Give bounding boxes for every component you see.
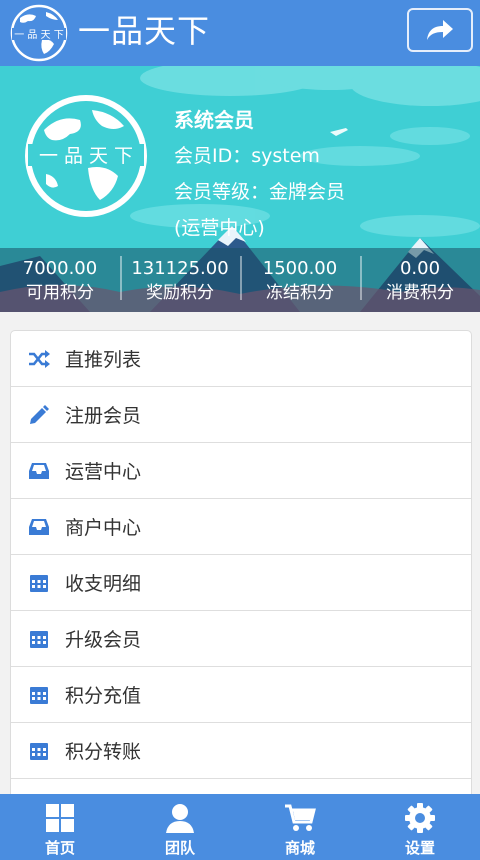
menu-list: 直推列表 注册会员 运营中心 商户中心 收支明细 升级会员 积分充值 积分转账 bbox=[10, 330, 472, 835]
menu-item-register[interactable]: 注册会员 bbox=[11, 387, 471, 443]
inbox-icon bbox=[11, 499, 65, 555]
stat-value: 7000.00 bbox=[22, 258, 98, 279]
tab-team[interactable]: 团队 bbox=[120, 794, 240, 860]
stat-consume: 0.00 消费积分 bbox=[360, 248, 480, 312]
share-button[interactable] bbox=[407, 8, 473, 52]
cart-icon bbox=[283, 802, 317, 834]
points-stats: 7000.00 可用积分 131125.00 奖励积分 1500.00 冻结积分… bbox=[0, 248, 480, 312]
menu-item-recharge[interactable]: 积分充值 bbox=[11, 667, 471, 723]
grid-icon bbox=[43, 802, 77, 834]
menu-item-statements[interactable]: 收支明细 bbox=[11, 555, 471, 611]
stat-frozen: 1500.00 冻结积分 bbox=[240, 248, 360, 312]
menu-item-operation-center[interactable]: 运营中心 bbox=[11, 443, 471, 499]
menu-item-upgrade[interactable]: 升级会员 bbox=[11, 611, 471, 667]
menu-item-label: 商户中心 bbox=[65, 517, 142, 539]
menu-item-label: 积分充值 bbox=[65, 685, 142, 707]
tab-label: 团队 bbox=[164, 839, 195, 857]
tab-label: 设置 bbox=[404, 839, 435, 857]
pencil-icon bbox=[11, 387, 65, 443]
inbox-icon bbox=[11, 443, 65, 499]
tab-settings[interactable]: 设置 bbox=[360, 794, 480, 860]
menu-item-label: 积分转账 bbox=[65, 741, 142, 763]
tab-mall[interactable]: 商城 bbox=[240, 794, 360, 860]
app-title: 一品天下 bbox=[78, 12, 211, 50]
svg-text:一 品 天 下: 一 品 天 下 bbox=[14, 29, 64, 41]
shuffle-icon bbox=[11, 331, 65, 387]
menu-item-direct-list[interactable]: 直推列表 bbox=[11, 331, 471, 387]
member-center: (运营中心) bbox=[174, 217, 265, 239]
menu-item-label: 注册会员 bbox=[65, 405, 142, 427]
logo-icon: 一 品 天 下 bbox=[8, 4, 70, 62]
stat-reward: 131125.00 奖励积分 bbox=[120, 248, 240, 312]
menu-item-label: 运营中心 bbox=[65, 461, 142, 483]
calendar-icon bbox=[11, 555, 65, 611]
stat-value: 0.00 bbox=[399, 258, 441, 279]
menu-item-label: 升级会员 bbox=[65, 629, 142, 651]
stat-label: 冻结积分 bbox=[266, 283, 334, 303]
calendar-icon bbox=[11, 723, 65, 779]
member-id: 会员ID：system bbox=[174, 145, 320, 167]
top-bar: 一 品 天 下 一品天下 bbox=[0, 0, 480, 66]
share-icon bbox=[427, 20, 453, 40]
member-info: 系统会员 会员ID：system 会员等级：金牌会员 (运营中心) bbox=[174, 102, 345, 246]
tab-home[interactable]: 首页 bbox=[0, 794, 120, 860]
user-icon bbox=[163, 802, 197, 834]
profile-banner: 一 品 天 下 系统会员 会员ID：system 会员等级：金牌会员 (运营中心… bbox=[0, 66, 480, 312]
stat-value: 1500.00 bbox=[262, 258, 338, 279]
menu-item-label: 收支明细 bbox=[65, 573, 142, 595]
calendar-icon bbox=[11, 611, 65, 667]
stat-label: 可用积分 bbox=[26, 283, 94, 303]
menu-item-transfer[interactable]: 积分转账 bbox=[11, 723, 471, 779]
member-avatar: 一 品 天 下 bbox=[22, 92, 150, 220]
stat-available: 7000.00 可用积分 bbox=[0, 248, 120, 312]
gear-icon bbox=[403, 802, 437, 834]
member-level: 会员等级：金牌会员 bbox=[174, 181, 346, 203]
stat-label: 奖励积分 bbox=[146, 283, 214, 303]
member-type: 系统会员 bbox=[174, 108, 254, 132]
menu-item-merchant-center[interactable]: 商户中心 bbox=[11, 499, 471, 555]
tab-label: 首页 bbox=[44, 839, 75, 857]
bottom-nav: 首页 团队 商城 设置 bbox=[0, 794, 480, 860]
stat-label: 消费积分 bbox=[386, 283, 454, 303]
svg-text:一 品 天 下: 一 品 天 下 bbox=[39, 145, 133, 167]
menu-item-label: 直推列表 bbox=[65, 349, 142, 371]
tab-label: 商城 bbox=[284, 839, 315, 857]
stat-value: 131125.00 bbox=[131, 258, 229, 279]
calendar-icon bbox=[11, 667, 65, 723]
